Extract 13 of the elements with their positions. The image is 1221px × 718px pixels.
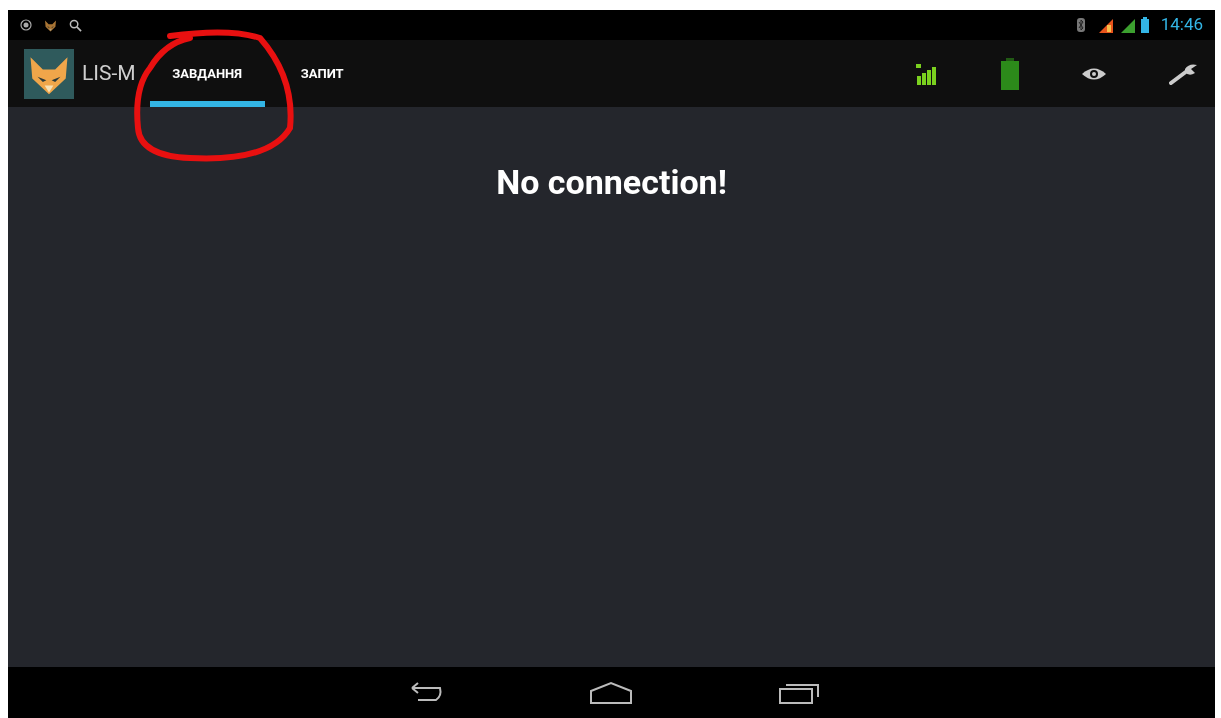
location-icon [20,19,32,31]
fox-icon [44,18,57,32]
wrench-icon[interactable] [1169,62,1199,85]
home-icon[interactable] [588,680,633,705]
clock: 14:46 [1160,13,1203,37]
bluetooth-icon [1076,18,1085,32]
app-title: LIS-M [82,59,136,87]
signal-strength-icon [915,62,939,85]
search-icon [69,18,82,32]
battery-icon [1140,17,1149,33]
tab[interactable]: ЗАПИТ [264,40,380,107]
battery-icon[interactable] [1001,57,1019,90]
status-message: No connection! [496,161,727,204]
